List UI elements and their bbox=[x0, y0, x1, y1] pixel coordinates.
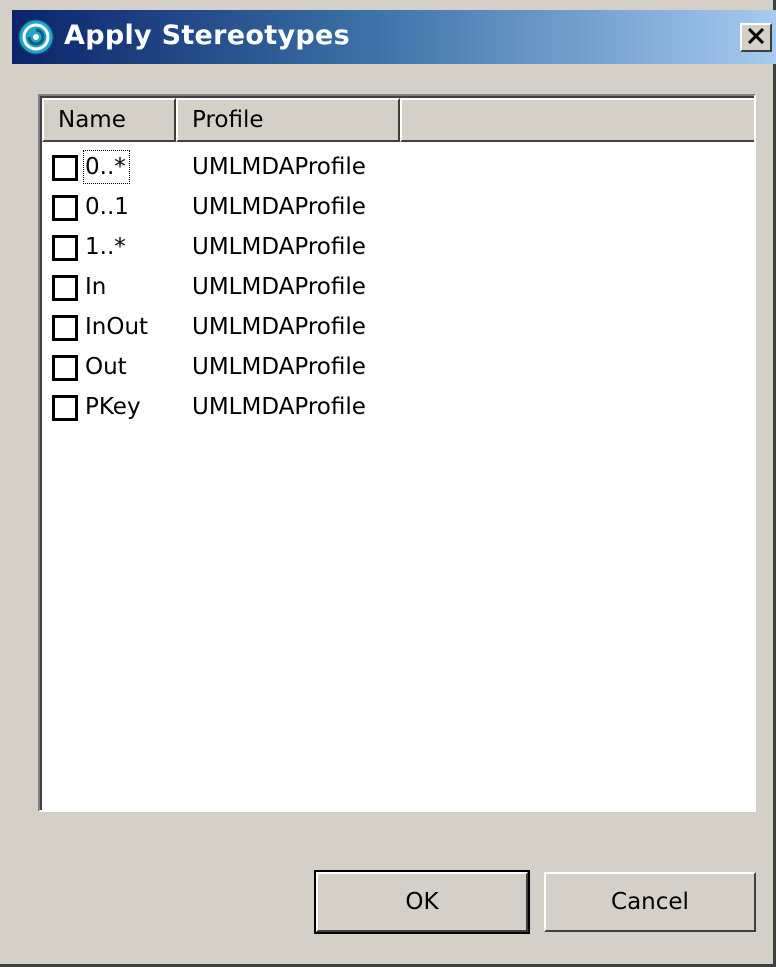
stereotype-profile: UMLMDAProfile bbox=[192, 394, 366, 420]
table-row[interactable]: InOut UMLMDAProfile bbox=[42, 308, 754, 348]
row-checkbox[interactable] bbox=[52, 355, 78, 381]
stereotype-table[interactable]: Name Profile 0..* UMLMDAProfile 0..1 UML… bbox=[38, 94, 756, 812]
close-icon bbox=[747, 27, 765, 48]
stereotype-name: PKey bbox=[85, 394, 141, 420]
table-row[interactable]: 0..* UMLMDAProfile bbox=[42, 148, 754, 188]
stereotype-profile: UMLMDAProfile bbox=[192, 234, 366, 260]
table-body: 0..* UMLMDAProfile 0..1 UMLMDAProfile 1.… bbox=[42, 148, 754, 428]
row-checkbox[interactable] bbox=[52, 235, 78, 261]
stereotype-name: 0..* bbox=[83, 150, 130, 184]
title-bar[interactable]: Apply Stereotypes bbox=[12, 10, 776, 64]
table-row[interactable]: PKey UMLMDAProfile bbox=[42, 388, 754, 428]
row-checkbox[interactable] bbox=[52, 315, 78, 341]
column-header-name[interactable]: Name bbox=[42, 98, 176, 142]
table-row[interactable]: Out UMLMDAProfile bbox=[42, 348, 754, 388]
stereotype-profile: UMLMDAProfile bbox=[192, 154, 366, 180]
column-header-empty[interactable] bbox=[400, 98, 754, 142]
column-header-profile[interactable]: Profile bbox=[176, 98, 400, 142]
stereotype-profile: UMLMDAProfile bbox=[192, 194, 366, 220]
stereotype-profile: UMLMDAProfile bbox=[192, 354, 366, 380]
close-button[interactable] bbox=[740, 23, 772, 52]
row-checkbox[interactable] bbox=[52, 195, 78, 221]
stereotype-name: InOut bbox=[85, 314, 149, 340]
row-checkbox[interactable] bbox=[52, 275, 78, 301]
row-checkbox[interactable] bbox=[52, 395, 78, 421]
stereotype-name: 1..* bbox=[85, 234, 126, 260]
stereotype-profile: UMLMDAProfile bbox=[192, 314, 366, 340]
stereotype-name: 0..1 bbox=[85, 194, 129, 220]
apply-stereotypes-dialog: Apply Stereotypes Name Profile 0..* UMLM… bbox=[0, 0, 776, 967]
stereotype-name: In bbox=[85, 274, 107, 300]
row-checkbox[interactable] bbox=[52, 155, 78, 181]
ok-button[interactable]: OK bbox=[314, 870, 530, 934]
table-row[interactable]: 1..* UMLMDAProfile bbox=[42, 228, 754, 268]
cancel-button[interactable]: Cancel bbox=[544, 872, 756, 932]
stereotype-profile: UMLMDAProfile bbox=[192, 274, 366, 300]
table-row[interactable]: 0..1 UMLMDAProfile bbox=[42, 188, 754, 228]
app-icon bbox=[18, 19, 54, 55]
dialog-title: Apply Stereotypes bbox=[64, 20, 350, 51]
table-row[interactable]: In UMLMDAProfile bbox=[42, 268, 754, 308]
table-header: Name Profile bbox=[42, 98, 754, 142]
stereotype-name: Out bbox=[85, 354, 127, 380]
